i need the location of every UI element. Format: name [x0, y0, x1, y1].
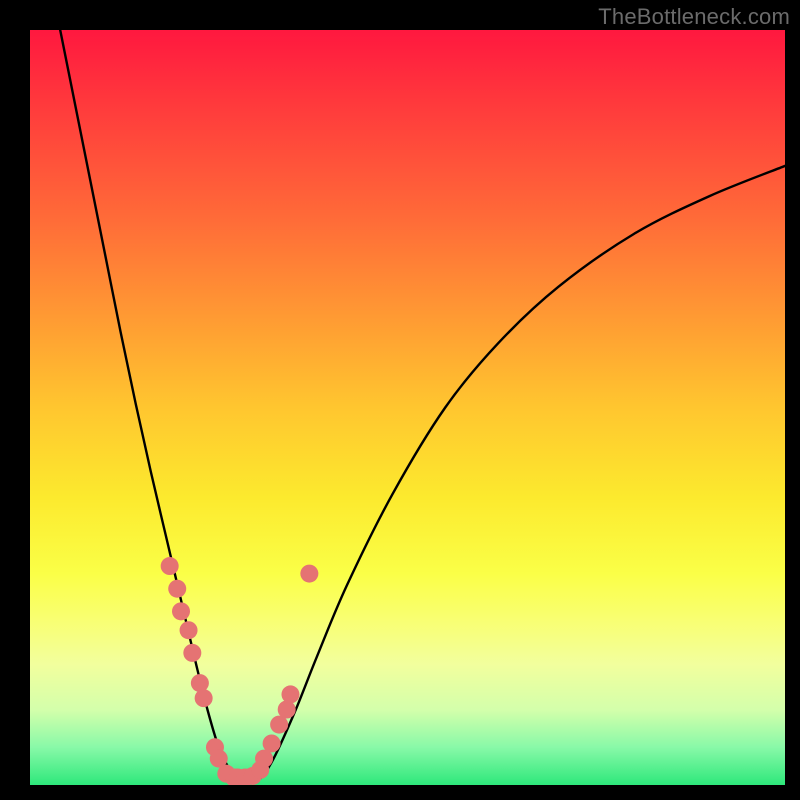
- plot-area: [30, 30, 785, 785]
- data-point-markers: [161, 557, 319, 785]
- data-point-marker: [183, 644, 201, 662]
- watermark-text: TheBottleneck.com: [598, 4, 790, 30]
- data-point-marker: [278, 701, 296, 719]
- chart-svg: [30, 30, 785, 785]
- data-point-marker: [172, 602, 190, 620]
- data-point-marker: [180, 621, 198, 639]
- bottleneck-curve: [60, 30, 785, 783]
- data-point-marker: [161, 557, 179, 575]
- data-point-marker: [168, 580, 186, 598]
- data-point-marker: [195, 689, 213, 707]
- data-point-marker: [300, 565, 318, 583]
- data-point-marker: [281, 685, 299, 703]
- chart-frame: TheBottleneck.com: [0, 0, 800, 800]
- data-point-marker: [191, 674, 209, 692]
- data-point-marker: [263, 734, 281, 752]
